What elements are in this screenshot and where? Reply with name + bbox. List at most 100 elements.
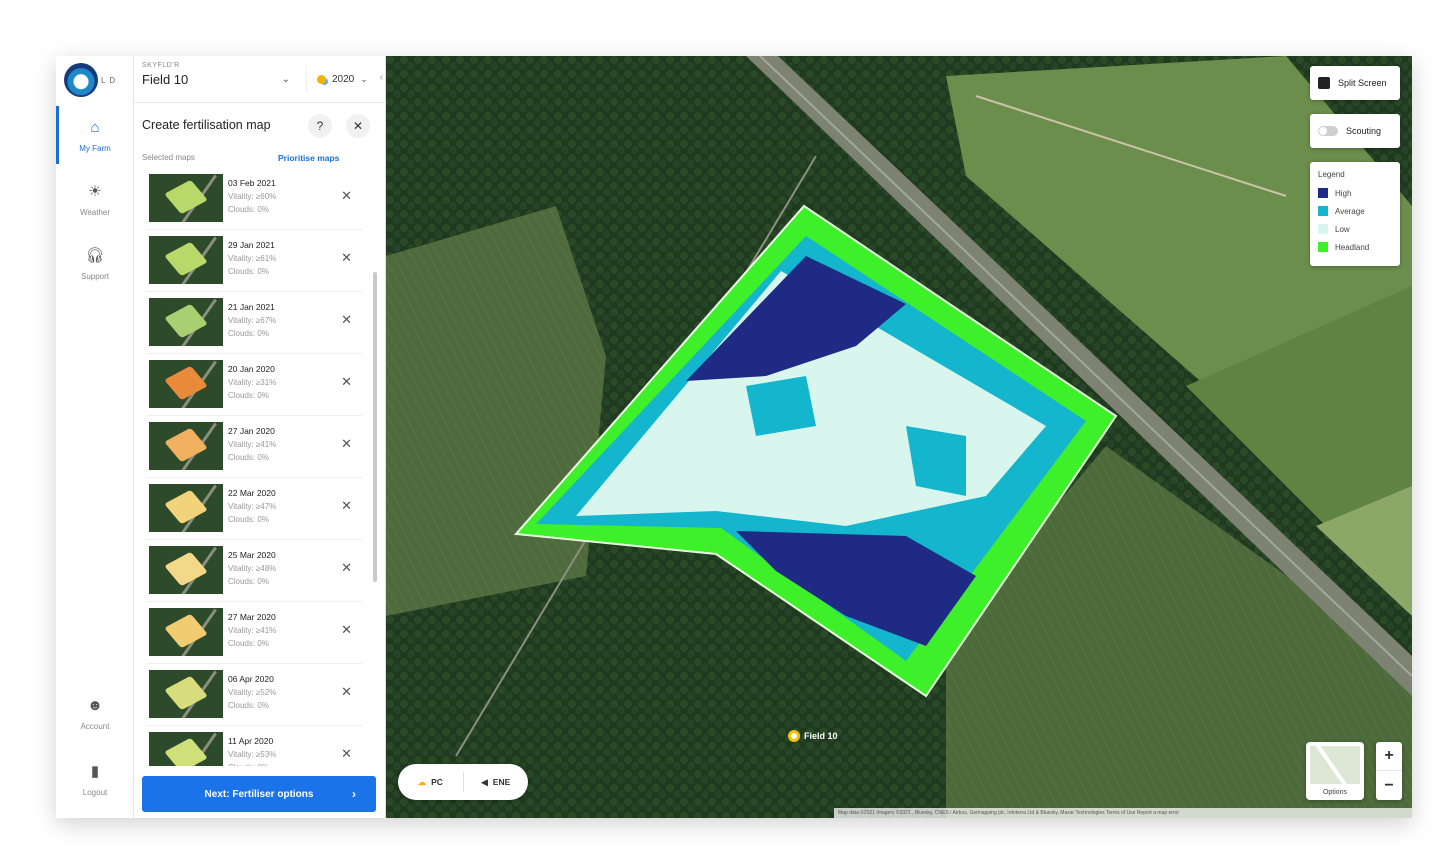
app-logo[interactable]: L D [64, 60, 130, 100]
zoom-control: + − [1376, 742, 1402, 800]
map-date: 11 Apr 2020 [228, 736, 274, 746]
layer-pc-button[interactable]: ☁ PC [398, 777, 463, 788]
scouting-label: Scouting [1346, 126, 1382, 136]
map-thumbnail [149, 422, 223, 470]
legend-swatch [1318, 224, 1328, 234]
field-selector[interactable]: SKYFLD'R Field 10 ⌄ [142, 62, 294, 98]
map-meta: 29 Jan 2021 Vitality: ≥61% Clouds: 0% [228, 239, 276, 278]
nav-logout[interactable]: ▮ Logout [56, 762, 134, 797]
year-selector[interactable]: 2020 ⌄ [306, 66, 372, 92]
split-screen-button[interactable]: Split Screen [1310, 66, 1400, 100]
satellite-map[interactable]: Split Screen Scouting Legend High Average… [386, 56, 1412, 818]
headset-icon: 🎧︎ [85, 247, 105, 264]
map-vitality: Vitality: ≥52% [228, 688, 277, 697]
legend-item: Average [1318, 202, 1392, 220]
layer-pc-label: PC [431, 777, 443, 787]
toggle-switch[interactable] [1318, 126, 1338, 136]
map-attribution: Map data ©2021 Imagery ©2021 , Bluesky, … [834, 808, 1412, 818]
field-shape [164, 551, 208, 587]
remove-map-icon[interactable]: ✕ [341, 374, 352, 390]
remove-map-icon[interactable]: ✕ [341, 250, 352, 266]
nav-rail: L D ⌂ My Farm ☀ Weather 🎧︎ Support ☻ Acc… [56, 56, 134, 818]
prioritise-maps-link[interactable]: Prioritise maps [278, 153, 339, 163]
nav-label: Account [80, 722, 110, 731]
scrollbar[interactable] [372, 168, 378, 766]
sun-icon: ☀ [88, 183, 102, 200]
chevron-down-icon: ⌄ [281, 74, 290, 85]
legend-swatch [1318, 206, 1328, 216]
map-clouds: Clouds: 0% [228, 205, 269, 214]
remove-map-icon[interactable]: ✕ [341, 560, 352, 576]
logo-mark-icon [64, 63, 98, 97]
scrollbar-thumb[interactable] [373, 272, 377, 582]
map-list-item[interactable]: 27 Jan 2020 Vitality: ≥41% Clouds: 0% ✕ [146, 416, 362, 478]
map-list-item[interactable]: 29 Jan 2021 Vitality: ≥61% Clouds: 0% ✕ [146, 230, 362, 292]
close-icon: ✕ [352, 119, 364, 133]
map-clouds: Clouds: 0% [228, 329, 269, 338]
map-meta: 21 Jan 2021 Vitality: ≥67% Clouds: 0% [228, 301, 276, 340]
nav-label: My Farm [79, 144, 111, 153]
cloud-sun-icon: ☁ [417, 776, 427, 787]
layer-ene-button[interactable]: ◀ ENE [464, 777, 529, 788]
map-thumbnail [149, 174, 223, 222]
map-list-item[interactable]: 03 Feb 2021 Vitality: ≥60% Clouds: 0% ✕ [146, 168, 362, 230]
map-date: 06 Apr 2020 [228, 674, 274, 684]
selected-maps-label: Selected maps [142, 153, 195, 162]
map-date: 27 Mar 2020 [228, 612, 276, 622]
zoom-in-button[interactable]: + [1376, 742, 1402, 771]
map-meta: 20 Jan 2020 Vitality: ≥31% Clouds: 0% [228, 363, 276, 402]
map-vitality: Vitality: ≥60% [228, 192, 277, 201]
map-clouds: Clouds: 0% [228, 391, 269, 400]
field-shape [164, 489, 208, 525]
remove-map-icon[interactable]: ✕ [341, 188, 352, 204]
remove-map-icon[interactable]: ✕ [341, 684, 352, 700]
map-clouds: Clouds: 0% [228, 515, 269, 524]
remove-map-icon[interactable]: ✕ [341, 622, 352, 638]
map-date: 03 Feb 2021 [228, 178, 276, 188]
chevron-right-icon: › [352, 787, 356, 801]
map-list-item[interactable]: 22 Mar 2020 Vitality: ≥47% Clouds: 0% ✕ [146, 478, 362, 540]
legend-item: Headland [1318, 238, 1392, 256]
nav-account[interactable]: ☻ Account [56, 696, 134, 731]
field-marker[interactable]: Field 10 [788, 730, 838, 742]
map-thumbnail [149, 546, 223, 594]
zoom-out-button[interactable]: − [1376, 771, 1402, 800]
nav-my-farm[interactable]: ⌂ My Farm [56, 118, 134, 153]
map-list-item[interactable]: 11 Apr 2020 Vitality: ≥53% Clouds: 0% ✕ [146, 726, 362, 766]
satellite-icon: ◀ [481, 776, 488, 787]
map-thumbnail [149, 608, 223, 656]
remove-map-icon[interactable]: ✕ [341, 312, 352, 328]
map-list-item[interactable]: 20 Jan 2020 Vitality: ≥31% Clouds: 0% ✕ [146, 354, 362, 416]
remove-map-icon[interactable]: ✕ [341, 746, 352, 762]
help-button[interactable]: ? [308, 114, 332, 138]
legend-item: High [1318, 184, 1392, 202]
org-name: SKYFLD'R [142, 62, 180, 69]
field-pin-icon [788, 730, 800, 742]
map-options-button[interactable]: Options [1306, 742, 1364, 800]
nav-weather[interactable]: ☀ Weather [56, 182, 134, 217]
map-thumbnail [149, 670, 223, 718]
selected-maps-list: 03 Feb 2021 Vitality: ≥60% Clouds: 0% ✕ 29 J… [146, 168, 362, 766]
field-shape [164, 675, 208, 711]
map-thumbnail [149, 236, 223, 284]
remove-map-icon[interactable]: ✕ [341, 436, 352, 452]
map-list-item[interactable]: 21 Jan 2021 Vitality: ≥67% Clouds: 0% ✕ [146, 292, 362, 354]
map-list-item[interactable]: 25 Mar 2020 Vitality: ≥48% Clouds: 0% ✕ [146, 540, 362, 602]
field-shape [164, 427, 208, 463]
map-list-item[interactable]: 06 Apr 2020 Vitality: ≥52% Clouds: 0% ✕ [146, 664, 362, 726]
nav-label: Logout [82, 788, 108, 797]
close-button[interactable]: ✕ [346, 114, 370, 138]
collapse-panel-icon[interactable]: ‹ [380, 72, 383, 83]
next-fertiliser-options-button[interactable]: Next: Fertiliser options › [142, 776, 376, 812]
map-list-item[interactable]: 27 Mar 2020 Vitality: ≥41% Clouds: 0% ✕ [146, 602, 362, 664]
options-label: Options [1322, 789, 1348, 796]
field-marker-label: Field 10 [804, 731, 838, 741]
map-meta: 22 Mar 2020 Vitality: ≥47% Clouds: 0% [228, 487, 276, 526]
legend-title: Legend [1318, 170, 1345, 179]
field-rows [386, 206, 606, 616]
scouting-toggle[interactable]: Scouting [1310, 114, 1400, 148]
nav-support[interactable]: 🎧︎ Support [56, 246, 134, 281]
map-thumbnail [149, 298, 223, 346]
remove-map-icon[interactable]: ✕ [341, 498, 352, 514]
split-screen-icon [1318, 77, 1330, 89]
